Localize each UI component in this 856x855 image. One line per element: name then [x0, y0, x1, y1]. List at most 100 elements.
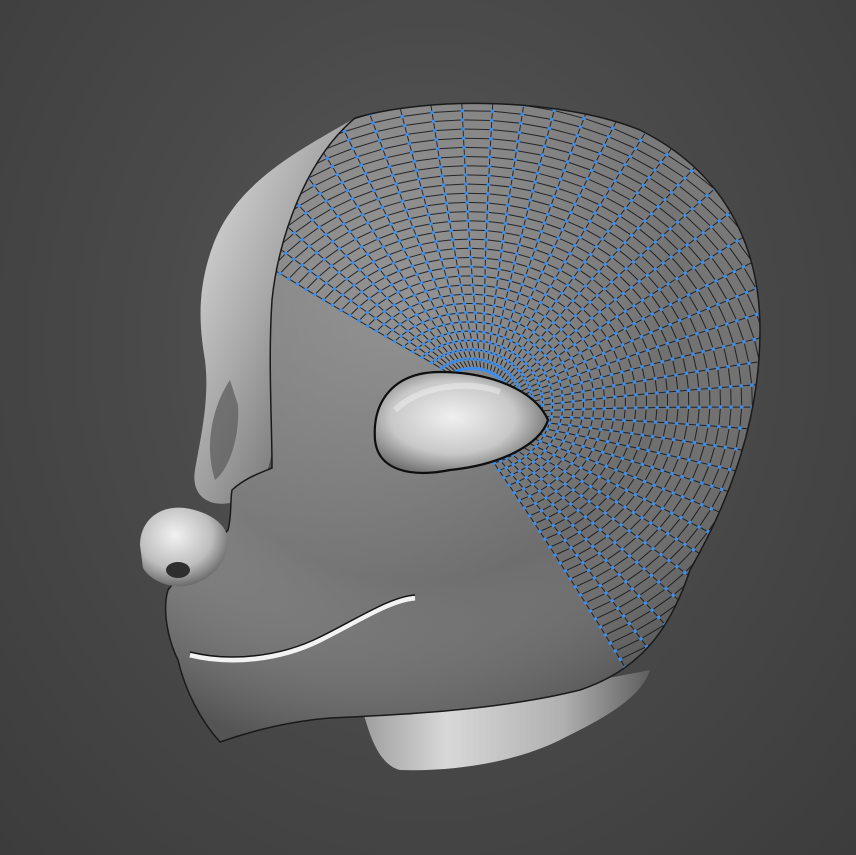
- mesh-vertex: [738, 470, 742, 474]
- mesh-vertex: [459, 283, 463, 288]
- mesh-vertex: [590, 277, 595, 281]
- mesh-vertex: [418, 243, 422, 247]
- mesh-vertex: [669, 255, 673, 259]
- mesh-vertex: [444, 201, 449, 206]
- mesh-vertex: [539, 365, 544, 370]
- mesh-vertex: [482, 368, 486, 372]
- mesh-vertex: [469, 338, 474, 343]
- mesh-vertex: [462, 367, 467, 371]
- mesh-vertex: [643, 601, 648, 605]
- mesh-vertex: [557, 91, 561, 95]
- mesh-vertex: [602, 406, 607, 411]
- mesh-vertex: [666, 282, 670, 286]
- mesh-vertex: [550, 117, 554, 122]
- mesh-vertex: [632, 84, 636, 88]
- mesh-vertex: [421, 320, 425, 325]
- mesh-vertex: [530, 256, 534, 261]
- mesh-vertex: [675, 220, 680, 224]
- mesh-vertex: [452, 247, 457, 251]
- mesh-vertex: [244, 146, 249, 151]
- mesh-vertex: [461, 127, 465, 131]
- mesh-vertex: [759, 255, 760, 260]
- mesh-vertex: [758, 475, 760, 479]
- mesh-vertex: [512, 330, 517, 334]
- mesh-vertex: [685, 335, 689, 339]
- mesh-vertex: [399, 310, 403, 315]
- mesh-vertex: [831, 349, 835, 353]
- mesh-vertex: [711, 347, 716, 351]
- mesh-vertex: [384, 156, 388, 160]
- mesh-vertex: [237, 139, 242, 144]
- mesh-vertex: [640, 516, 644, 520]
- mesh-vertex: [613, 395, 617, 399]
- mesh-vertex: [490, 322, 494, 327]
- 3d-viewport[interactable]: [0, 0, 856, 855]
- mesh-vertex: [382, 309, 387, 314]
- mesh-vertex: [695, 331, 699, 336]
- mesh-vertex: [742, 340, 746, 344]
- mesh-vertex: [703, 154, 707, 159]
- mesh-vertex: [460, 108, 465, 113]
- mesh-vertex: [644, 405, 649, 410]
- mesh-vertex: [421, 342, 426, 346]
- mesh-vertex: [180, 173, 184, 177]
- mesh-vertex: [548, 383, 552, 387]
- mesh-vertex: [734, 167, 739, 172]
- mesh-vertex: [650, 434, 655, 439]
- mesh-vertex: [639, 637, 643, 641]
- mesh-vertex: [526, 338, 531, 342]
- mesh-vertex: [324, 199, 328, 203]
- mesh-vertex: [610, 255, 614, 259]
- mesh-vertex: [761, 558, 765, 562]
- mesh-vertex: [653, 240, 658, 244]
- mesh-vertex: [789, 483, 793, 487]
- mesh-vertex: [486, 182, 491, 187]
- mesh-vertex: [771, 382, 775, 386]
- mesh-vertex: [413, 324, 417, 329]
- mesh-vertex: [636, 446, 640, 451]
- mesh-vertex: [593, 617, 598, 621]
- mesh-vertex: [423, 309, 428, 313]
- mesh-vertex: [470, 274, 474, 278]
- mesh-vertex: [572, 342, 577, 347]
- mesh-vertex: [462, 154, 467, 159]
- mesh-vertex: [547, 359, 552, 364]
- mesh-vertex: [810, 488, 814, 492]
- mesh-vertex: [485, 201, 490, 205]
- mesh-vertex: [539, 477, 544, 481]
- mesh-vertex: [562, 73, 566, 77]
- mesh-vertex: [569, 356, 574, 360]
- mesh-vertex: [531, 355, 535, 359]
- mesh-vertex: [318, 79, 322, 83]
- mesh-vertex: [645, 273, 650, 278]
- mesh-vertex: [562, 168, 566, 173]
- mesh-vertex: [555, 186, 560, 190]
- mesh-vertex: [558, 341, 563, 345]
- mesh-vertex: [551, 320, 556, 325]
- mesh-vertex: [554, 489, 558, 494]
- mesh-vertex: [540, 153, 544, 157]
- mesh-vertex: [692, 265, 696, 270]
- mesh-vertex: [474, 320, 478, 324]
- mesh-vertex: [700, 481, 704, 485]
- mesh-vertex: [397, 269, 401, 273]
- mesh-vertex: [697, 525, 701, 529]
- mesh-vertex: [507, 194, 512, 198]
- mesh-vertex: [203, 191, 208, 195]
- mesh-vertex: [393, 230, 398, 235]
- mesh-vertex: [488, 341, 492, 345]
- mesh-vertex: [705, 283, 709, 288]
- mesh-vertex: [705, 368, 710, 372]
- mesh-vertex: [675, 338, 679, 343]
- mesh-vertex: [726, 364, 730, 369]
- mesh-vertex: [614, 468, 618, 472]
- mesh-vertex: [840, 495, 844, 499]
- mesh-vertex: [560, 408, 565, 412]
- mesh-vertex: [501, 367, 506, 371]
- mesh-vertex: [555, 100, 559, 104]
- mesh-vertex: [563, 482, 567, 487]
- mesh-vertex: [743, 233, 748, 238]
- mesh-vertex: [820, 350, 824, 354]
- mesh-vertex: [581, 389, 585, 394]
- mesh-vertex: [789, 510, 793, 514]
